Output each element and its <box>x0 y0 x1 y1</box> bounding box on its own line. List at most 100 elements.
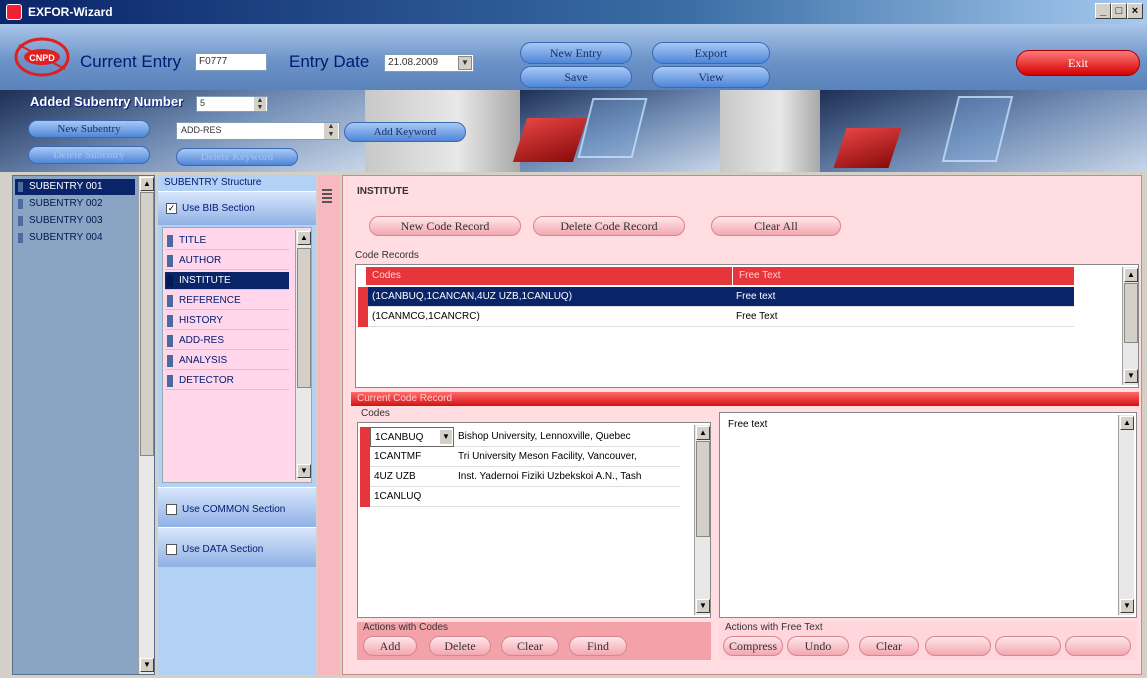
scroll-down-icon[interactable]: ▼ <box>1124 369 1138 383</box>
scroll-up-icon[interactable]: ▲ <box>696 426 710 440</box>
maximize-button[interactable]: □ <box>1111 3 1127 19</box>
delete-code-record-button[interactable]: Delete Code Record <box>533 216 685 236</box>
code-cell[interactable]: 1CANLUQ <box>370 487 454 507</box>
blank-button[interactable] <box>1065 636 1131 656</box>
compress-button[interactable]: Compress <box>723 636 783 656</box>
spinner-arrows-icon[interactable]: ▲ ▼ <box>254 97 266 111</box>
code-cell[interactable]: 1CANTMF <box>370 447 454 467</box>
subentry-label: SUBENTRY 004 <box>29 232 103 243</box>
entry-date-value: 21.08.2009 <box>388 57 439 68</box>
current-entry-field[interactable]: F0777 <box>195 53 267 71</box>
banner-gap <box>720 90 820 172</box>
scroll-up-icon[interactable]: ▲ <box>1124 268 1138 282</box>
new-entry-button[interactable]: New Entry <box>520 42 632 64</box>
row-marker-icon <box>18 199 23 209</box>
use-bib-checkbox[interactable]: ✓ <box>166 203 177 214</box>
clear-all-button[interactable]: Clear All <box>711 216 841 236</box>
record-codes-cell[interactable]: (1CANMCG,1CANCRC) <box>368 307 732 327</box>
code-desc-cell[interactable] <box>454 487 680 507</box>
view-button[interactable]: View <box>652 66 770 88</box>
keyword-select[interactable]: ADD-RES ▲ ▼ <box>176 122 340 140</box>
add-code-button[interactable]: Add <box>363 636 417 656</box>
delete-subentry-button[interactable]: Delete Subentry <box>28 146 150 164</box>
blank-button[interactable] <box>995 636 1061 656</box>
subentry-item[interactable]: SUBENTRY 001 <box>15 179 135 195</box>
code-desc-cell[interactable]: Inst. Yadernoi Fiziki Uzbekskoi A.N., Ta… <box>454 467 680 487</box>
banner: Added Subentry Number 5 ▲ ▼ New Subentry … <box>0 90 1147 172</box>
scroll-thumb[interactable] <box>297 248 311 388</box>
clear-codes-button[interactable]: Clear <box>501 636 559 656</box>
row-marker-icon <box>167 355 173 367</box>
records-scrollbar[interactable]: ▲ ▼ <box>1122 267 1138 385</box>
current-row-marker-icon <box>358 287 368 307</box>
logo-text: CNPD <box>29 53 55 63</box>
scroll-down-icon[interactable]: ▼ <box>140 658 154 672</box>
save-button[interactable]: Save <box>520 66 632 88</box>
codes-scrollbar[interactable]: ▲ ▼ <box>694 425 710 615</box>
subentry-scrollbar[interactable]: ▲ ▼ <box>138 176 154 674</box>
row-marker-icon <box>358 307 368 327</box>
cnpd-logo-icon: CNPD <box>14 37 70 77</box>
entry-date-picker[interactable]: 21.08.2009 ▼ <box>384 54 474 72</box>
new-code-record-button[interactable]: New Code Record <box>369 216 521 236</box>
keyword-item[interactable]: ANALYSIS <box>165 352 289 370</box>
keyword-item[interactable]: HISTORY <box>165 312 289 330</box>
blank-button[interactable] <box>925 636 991 656</box>
scroll-thumb[interactable] <box>140 192 154 456</box>
free-text-area[interactable]: Free text ▲ ▼ <box>719 412 1137 618</box>
keyword-value: ADD-RES <box>181 125 222 135</box>
export-button[interactable]: Export <box>652 42 770 64</box>
find-code-button[interactable]: Find <box>569 636 627 656</box>
chevron-down-icon[interactable]: ▼ <box>440 430 452 444</box>
grip-icon[interactable] <box>322 189 332 205</box>
add-keyword-button[interactable]: Add Keyword <box>344 122 466 142</box>
new-subentry-button[interactable]: New Subentry <box>28 120 150 138</box>
minimize-button[interactable]: _ <box>1095 3 1111 19</box>
record-free-text-cell[interactable]: Free text <box>732 287 1074 307</box>
keyword-item[interactable]: REFERENCE <box>165 292 289 310</box>
free-text-scrollbar[interactable]: ▲ ▼ <box>1118 415 1134 615</box>
keyword-label: HISTORY <box>179 315 224 326</box>
subentry-item[interactable]: SUBENTRY 004 <box>15 230 135 246</box>
scroll-thumb[interactable] <box>696 441 710 537</box>
record-codes-cell[interactable]: (1CANBUQ,1CANCAN,4UZ UZB,1CANLUQ) <box>368 287 732 307</box>
code-desc-cell[interactable]: Tri University Meson Facility, Vancouver… <box>454 447 680 467</box>
delete-code-button[interactable]: Delete <box>429 636 491 656</box>
scroll-thumb[interactable] <box>1124 283 1138 343</box>
keyword-item[interactable]: TITLE <box>165 232 289 250</box>
use-common-checkbox[interactable] <box>166 504 177 515</box>
undo-button[interactable]: Undo <box>787 636 849 656</box>
scroll-down-icon[interactable]: ▼ <box>297 464 311 478</box>
keyword-item[interactable]: INSTITUTE <box>165 272 289 290</box>
subentry-item[interactable]: SUBENTRY 003 <box>15 213 135 229</box>
clear-free-text-button[interactable]: Clear <box>859 636 919 656</box>
code-cell[interactable]: 4UZ UZB <box>370 467 454 487</box>
scroll-down-icon[interactable]: ▼ <box>1120 599 1134 613</box>
exit-button[interactable]: Exit <box>1016 50 1140 76</box>
panel-splitter[interactable] <box>318 175 340 675</box>
close-button[interactable]: × <box>1127 3 1143 19</box>
keyword-item[interactable]: ADD-RES <box>165 332 289 350</box>
keyword-label: ADD-RES <box>179 335 225 346</box>
column-header-codes[interactable]: Codes <box>366 267 732 285</box>
actions-free-label: Actions with Free Text <box>725 622 823 633</box>
code-desc-cell[interactable]: Bishop University, Lennoxville, Quebec <box>454 427 680 447</box>
code-cell[interactable]: 1CANBUQ ▼ <box>370 427 454 447</box>
column-header-free-text[interactable]: Free Text <box>732 267 1074 285</box>
added-subentry-spinner[interactable]: 5 ▲ ▼ <box>196 96 268 112</box>
scroll-up-icon[interactable]: ▲ <box>1120 416 1134 430</box>
scroll-up-icon[interactable]: ▲ <box>297 231 311 245</box>
keyword-item[interactable]: AUTHOR <box>165 252 289 270</box>
actions-with-free-text: Actions with Free Text Compress Undo Cle… <box>719 622 1137 660</box>
record-free-text-cell[interactable]: Free Text <box>732 307 1074 327</box>
keyword-item[interactable]: DETECTOR <box>165 372 289 390</box>
delete-keyword-button[interactable]: Delete Keyword <box>176 148 298 166</box>
keyword-label: TITLE <box>179 235 207 246</box>
spinner-arrows-icon[interactable]: ▲ ▼ <box>324 123 338 139</box>
use-data-checkbox[interactable] <box>166 544 177 555</box>
scroll-down-icon[interactable]: ▼ <box>696 599 710 613</box>
scroll-up-icon[interactable]: ▲ <box>140 177 154 191</box>
subentry-item[interactable]: SUBENTRY 002 <box>15 196 135 212</box>
keyword-scrollbar[interactable]: ▲ ▼ <box>295 230 311 480</box>
chevron-down-icon[interactable]: ▼ <box>458 56 472 70</box>
